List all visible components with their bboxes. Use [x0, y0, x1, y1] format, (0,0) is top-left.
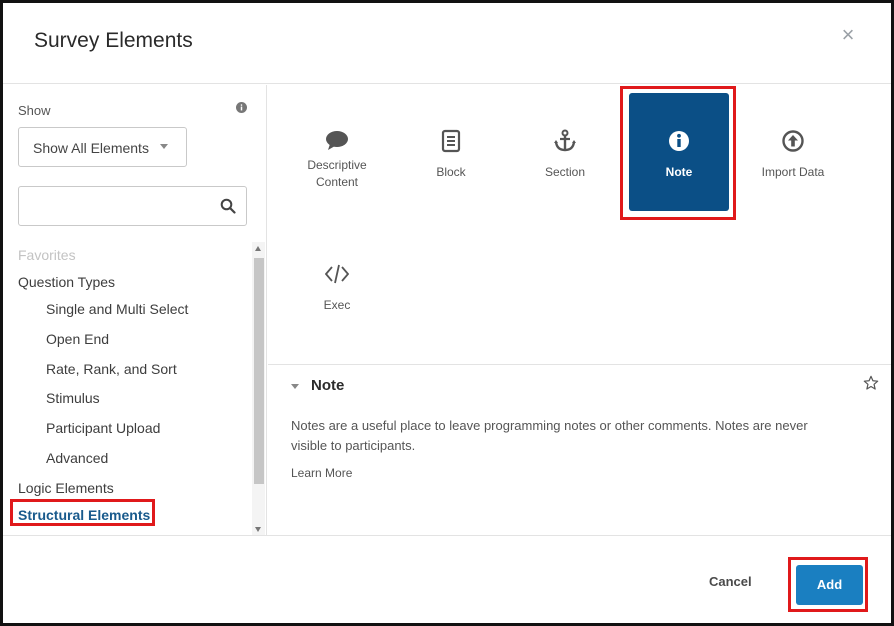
- search-input[interactable]: [27, 195, 217, 217]
- element-tile-block[interactable]: Block: [401, 93, 501, 211]
- upload-circle-icon: [782, 130, 804, 152]
- category-stimulus[interactable]: Stimulus: [46, 390, 100, 406]
- element-tile-section[interactable]: Section: [515, 93, 615, 211]
- element-detail-panel: Note Notes are a useful place to leave p…: [268, 364, 891, 535]
- category-rate-rank-sort[interactable]: Rate, Rank, and Sort: [46, 361, 177, 377]
- element-gallery: Descriptive Content Block Section Note I…: [268, 85, 891, 535]
- info-icon[interactable]: [236, 102, 247, 113]
- close-icon[interactable]: ×: [838, 24, 858, 46]
- dialog-footer: Cancel Add: [3, 535, 891, 623]
- category-open-end[interactable]: Open End: [46, 331, 109, 347]
- chevron-down-icon: [160, 144, 168, 149]
- learn-more-link[interactable]: Learn More: [291, 466, 352, 480]
- show-label: Show: [18, 103, 51, 118]
- element-label: Block: [436, 165, 466, 179]
- category-list: Favorites Question Types Single and Mult…: [3, 240, 253, 535]
- scroll-thumb[interactable]: [254, 258, 264, 484]
- search-box: [18, 186, 247, 226]
- survey-elements-dialog: Survey Elements × Show Show All Elements…: [0, 0, 894, 626]
- category-single-multi-select[interactable]: Single and Multi Select: [46, 301, 188, 317]
- element-label: Exec: [323, 298, 351, 312]
- document-icon: [441, 129, 461, 153]
- category-logic-elements[interactable]: Logic Elements: [18, 480, 114, 496]
- highlight-box-note: [620, 86, 736, 220]
- highlight-box-structural: [10, 499, 155, 526]
- category-participant-upload[interactable]: Participant Upload: [46, 420, 160, 436]
- element-label: Section: [544, 165, 586, 179]
- code-icon: [325, 264, 349, 284]
- category-favorites[interactable]: Favorites: [18, 247, 76, 263]
- element-tile-descriptive-content[interactable]: Descriptive Content: [287, 93, 387, 211]
- comment-icon: [326, 131, 348, 150]
- scroll-up-icon[interactable]: [255, 246, 261, 251]
- dialog-title: Survey Elements: [34, 29, 193, 52]
- sidebar-scrollbar[interactable]: [252, 242, 265, 535]
- category-advanced[interactable]: Advanced: [46, 450, 108, 466]
- sidebar: Show Show All Elements Favorites Questio…: [3, 85, 267, 535]
- element-tile-import-data[interactable]: Import Data: [743, 93, 843, 211]
- element-label: Descriptive Content: [307, 158, 367, 189]
- detail-description: Notes are a useful place to leave progra…: [291, 418, 808, 453]
- collapse-caret-icon[interactable]: [291, 384, 299, 389]
- cancel-button[interactable]: Cancel: [709, 574, 752, 589]
- search-icon[interactable]: [220, 198, 236, 214]
- element-label: Import Data: [761, 165, 825, 179]
- show-select[interactable]: Show All Elements: [18, 127, 187, 167]
- scroll-down-icon[interactable]: [255, 527, 261, 532]
- star-icon[interactable]: [863, 375, 879, 391]
- anchor-icon: [554, 129, 576, 152]
- category-question-types[interactable]: Question Types: [18, 274, 115, 290]
- dialog-header: Survey Elements ×: [3, 3, 891, 84]
- highlight-box-add: [788, 557, 868, 612]
- element-tile-exec[interactable]: Exec: [287, 226, 387, 344]
- show-select-value: Show All Elements: [33, 140, 149, 156]
- detail-title: Note: [311, 377, 345, 394]
